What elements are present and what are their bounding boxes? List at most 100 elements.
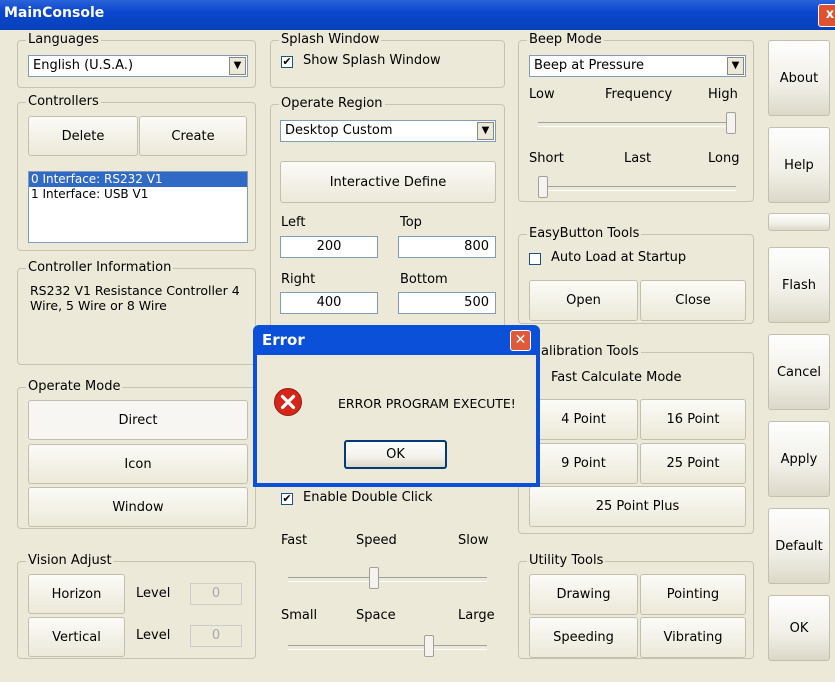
ok-main-button[interactable]: OK <box>768 595 830 661</box>
25-point-plus-button[interactable]: 25 Point Plus <box>529 486 746 527</box>
controller-info-line2: Wire, 5 Wire or 8 Wire <box>30 298 167 313</box>
chevron-down-icon[interactable]: ▼ <box>229 57 246 75</box>
enable-double-click-checkbox[interactable]: ✔ <box>281 493 293 505</box>
controllers-title: Controllers <box>26 94 101 109</box>
frequency-label: Frequency <box>605 87 673 102</box>
controller-info-line1: RS232 V1 Resistance Controller 4 <box>30 283 240 298</box>
utility-tools-title: Utility Tools <box>527 553 606 568</box>
flash-button[interactable]: Flash <box>768 247 830 323</box>
error-ok-button[interactable]: OK <box>344 440 447 469</box>
chevron-down-icon[interactable]: ▼ <box>727 57 744 75</box>
bottom-field[interactable]: 500 <box>398 292 496 314</box>
error-dialog: Error ✕ ERROR PROGRAM EXECUTE! OK <box>253 325 540 487</box>
operate-region-select-value: Desktop Custom <box>285 123 393 138</box>
right-label: Right <box>281 272 316 287</box>
drawing-button[interactable]: Drawing <box>529 574 638 615</box>
beep-mode-title: Beep Mode <box>527 32 604 47</box>
enable-double-click-label: Enable Double Click <box>303 490 433 505</box>
auto-load-checkbox[interactable] <box>529 253 541 265</box>
short-label: Short <box>529 151 564 166</box>
controllers-list[interactable]: 0 Interface: RS232 V1 1 Interface: USB V… <box>28 171 248 243</box>
25-point-button[interactable]: 25 Point <box>640 443 746 484</box>
delete-button[interactable]: Delete <box>28 116 138 156</box>
space-slider-thumb[interactable] <box>424 635 435 657</box>
left-label: Left <box>281 215 306 230</box>
speed-slider-thumb[interactable] <box>369 567 380 589</box>
create-button[interactable]: Create <box>139 116 247 156</box>
speed-label: Speed <box>356 533 397 548</box>
languages-title: Languages <box>26 32 101 47</box>
language-select-value: English (U.S.A.) <box>33 58 134 73</box>
slow-label: Slow <box>458 533 489 548</box>
pointing-button[interactable]: Pointing <box>640 574 746 615</box>
top-label: Top <box>400 215 422 230</box>
horizon-level-label: Level <box>136 586 171 601</box>
beep-mode-select[interactable]: Beep at Pressure ▼ <box>529 55 746 77</box>
close-button[interactable]: Close <box>640 280 746 321</box>
splash-window-title: Splash Window <box>279 32 382 47</box>
window-mode-button[interactable]: Window <box>28 487 248 527</box>
last-slider-thumb[interactable] <box>538 176 548 198</box>
operate-region-title: Operate Region <box>279 96 385 111</box>
fast-calculate-label: Fast Calculate Mode <box>551 370 682 385</box>
operate-region-select[interactable]: Desktop Custom ▼ <box>280 120 496 142</box>
separator-button <box>768 213 830 231</box>
title-bar: MainConsole x <box>0 0 835 30</box>
vertical-level-field: 0 <box>190 625 242 647</box>
help-button[interactable]: Help <box>768 127 830 203</box>
bottom-label: Bottom <box>400 272 448 287</box>
vertical-level-label: Level <box>136 628 171 643</box>
apply-button[interactable]: Apply <box>768 421 830 497</box>
last-label: Last <box>624 151 652 166</box>
error-message: ERROR PROGRAM EXECUTE! <box>338 396 516 411</box>
4-point-button[interactable]: 4 Point <box>529 399 638 440</box>
horizon-button[interactable]: Horizon <box>28 574 125 614</box>
left-field[interactable]: 200 <box>280 236 378 258</box>
frequency-slider-track <box>538 122 736 127</box>
error-dialog-title: Error <box>262 331 305 349</box>
auto-load-label: Auto Load at Startup <box>551 250 687 265</box>
space-label: Space <box>356 608 396 623</box>
show-splash-label: Show Splash Window <box>303 53 441 68</box>
vertical-button[interactable]: Vertical <box>28 617 125 657</box>
interactive-define-button[interactable]: Interactive Define <box>280 161 496 203</box>
vibrating-button[interactable]: Vibrating <box>640 617 746 658</box>
space-slider-track <box>288 645 487 650</box>
long-label: Long <box>708 151 740 166</box>
chevron-down-icon[interactable]: ▼ <box>477 122 494 140</box>
open-button[interactable]: Open <box>529 280 638 321</box>
close-icon[interactable]: ✕ <box>510 330 531 351</box>
about-button[interactable]: About <box>768 40 830 116</box>
window-title: MainConsole <box>4 5 105 21</box>
default-button[interactable]: Default <box>768 508 830 584</box>
16-point-button[interactable]: 16 Point <box>640 399 746 440</box>
error-dialog-body: ERROR PROGRAM EXECUTE! OK <box>257 355 536 483</box>
list-item[interactable]: 0 Interface: RS232 V1 <box>29 172 247 187</box>
controller-info-title: Controller Information <box>26 260 174 275</box>
9-point-button[interactable]: 9 Point <box>529 443 638 484</box>
beep-mode-select-value: Beep at Pressure <box>534 58 645 73</box>
frequency-slider-thumb[interactable] <box>726 112 736 134</box>
vision-adjust-title: Vision Adjust <box>26 553 114 568</box>
cancel-button[interactable]: Cancel <box>768 334 830 410</box>
direct-mode-button[interactable]: Direct <box>28 400 248 440</box>
main-console-window: MainConsole x Languages English (U.S.A.)… <box>0 0 835 682</box>
low-label: Low <box>529 87 555 102</box>
high-label: High <box>708 87 738 102</box>
speeding-button[interactable]: Speeding <box>529 617 638 658</box>
window-close-button[interactable]: x <box>818 4 835 27</box>
horizon-level-field: 0 <box>190 583 242 605</box>
calibration-tools-title: alibration Tools <box>539 344 641 359</box>
large-label: Large <box>458 608 495 623</box>
speed-slider-track <box>288 577 487 582</box>
small-label: Small <box>281 608 318 623</box>
easybutton-tools-title: EasyButton Tools <box>527 226 642 241</box>
language-select[interactable]: English (U.S.A.) ▼ <box>28 55 248 77</box>
fast-label: Fast <box>281 533 308 548</box>
top-field[interactable]: 800 <box>398 236 496 258</box>
show-splash-checkbox[interactable]: ✔ <box>281 56 293 68</box>
last-slider-track <box>538 186 736 191</box>
list-item[interactable]: 1 Interface: USB V1 <box>29 187 247 202</box>
icon-mode-button[interactable]: Icon <box>28 444 248 484</box>
right-field[interactable]: 400 <box>280 292 378 314</box>
